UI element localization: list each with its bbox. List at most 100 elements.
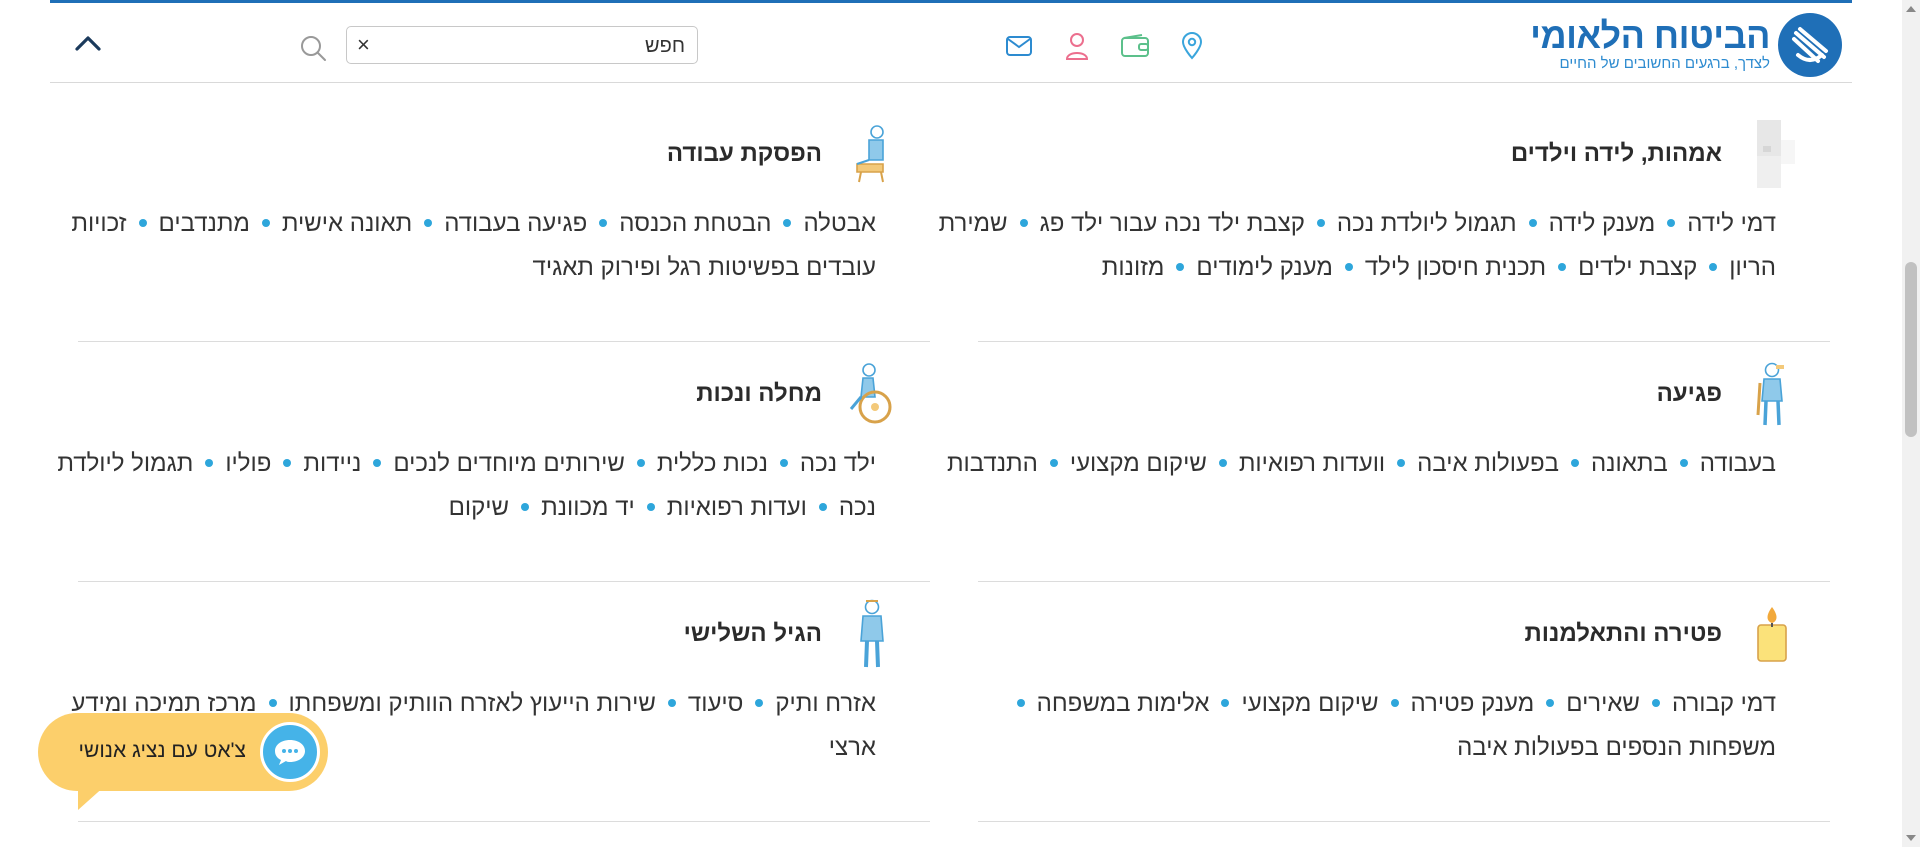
logo-subtitle: לצדך, ברגעים החשובים של החיים xyxy=(1559,55,1770,72)
category-link[interactable]: תגמול ליולדת נכה xyxy=(1337,210,1517,237)
category-link[interactable]: מזונות xyxy=(1102,254,1165,281)
category-link[interactable]: בפעולות איבה xyxy=(1417,450,1559,477)
category-link[interactable]: מענק לידה xyxy=(1549,210,1656,237)
category-link[interactable]: בעבודה xyxy=(1700,450,1776,477)
search-field[interactable]: × xyxy=(346,26,698,64)
chevron-up-icon[interactable] xyxy=(70,25,106,61)
category-link[interactable]: אלימות במשפחה xyxy=(1037,690,1210,717)
candle-icon xyxy=(1744,599,1800,669)
wallet-icon[interactable] xyxy=(1118,29,1152,63)
category-link[interactable]: אבטלה xyxy=(803,210,876,237)
location-icon[interactable] xyxy=(1175,29,1209,63)
category-link[interactable]: תאונה אישית xyxy=(282,210,412,237)
seated-worker-icon xyxy=(844,119,900,189)
site-header: הביטוח הלאומי לצדך, ברגעים החשובים של הח… xyxy=(50,3,1852,83)
bullet-separator xyxy=(424,218,433,227)
mother-child-icon xyxy=(1744,119,1800,189)
bullet-separator xyxy=(283,458,292,467)
category-link[interactable]: ועדות רפואיות xyxy=(667,494,807,521)
bullet-separator xyxy=(1558,262,1567,271)
category-link[interactable]: דמי לידה xyxy=(1687,210,1776,237)
category-title[interactable]: פטירה והתאלמנות xyxy=(1525,620,1722,648)
scrollbar-thumb[interactable] xyxy=(1905,262,1917,437)
bullet-separator xyxy=(1570,458,1579,467)
bullet-separator xyxy=(599,218,608,227)
scroll-up-arrow-icon[interactable] xyxy=(1906,6,1916,12)
bullet-separator xyxy=(1316,218,1325,227)
category-link[interactable]: דמי קבורה xyxy=(1672,690,1776,717)
bullet-separator xyxy=(646,502,655,511)
category-links: בעבודה בתאונה בפעולות איבה וועדות רפואיות שי… xyxy=(920,442,1800,486)
divider xyxy=(78,341,930,342)
category-link[interactable]: קצבת ילדים xyxy=(1578,254,1697,281)
mail-icon[interactable] xyxy=(1002,29,1036,63)
category-link[interactable]: ילד נכה xyxy=(800,450,876,477)
category-link[interactable]: מענק פטירה xyxy=(1411,690,1535,717)
clear-search-button[interactable]: × xyxy=(357,32,370,58)
logo-emblem-icon xyxy=(1778,13,1842,77)
category-link[interactable]: תכנית חיסכון לילד xyxy=(1365,254,1546,281)
user-icon[interactable] xyxy=(1060,29,1094,63)
category-link[interactable]: נכות כללית xyxy=(657,450,768,477)
site-logo[interactable]: הביטוח הלאומי לצדך, ברגעים החשובים של הח… xyxy=(1530,13,1842,77)
category-title[interactable]: הגיל השלישי xyxy=(684,620,822,648)
search-icon[interactable] xyxy=(296,31,330,65)
category-work-stoppage: הפסקת עבודה אבטלה הבטחת הכנסה פגיעה בעבודה… xyxy=(20,118,900,290)
category-link[interactable]: אזרח ותיק xyxy=(775,690,876,717)
divider xyxy=(78,581,930,582)
bullet-separator xyxy=(1390,698,1399,707)
injured-person-icon xyxy=(1744,359,1800,429)
bullet-separator xyxy=(1397,458,1406,467)
bullet-separator xyxy=(521,502,530,511)
bullet-separator xyxy=(1221,698,1230,707)
category-link[interactable]: וועדות רפואיות xyxy=(1239,450,1385,477)
scroll-down-arrow-icon[interactable] xyxy=(1906,835,1916,841)
human-chat-button[interactable]: צ'אט עם נציג אנושי xyxy=(38,713,328,791)
category-title[interactable]: מחלה ונכות xyxy=(696,380,822,408)
bullet-separator xyxy=(755,698,764,707)
category-title[interactable]: הפסקת עבודה xyxy=(667,140,822,168)
category-links: ילד נכה נכות כללית שירותים מיוחדים לנכים ני… xyxy=(20,442,900,530)
wheelchair-icon xyxy=(844,359,900,429)
category-link[interactable]: שירות הייעוץ לאזרח הוותיק ומשפחתו xyxy=(289,690,656,717)
category-death-bereavement: פטירה והתאלמנות דמי קבורה שאירים מענק פטיר… xyxy=(920,598,1800,770)
category-link[interactable]: יד מכוונת xyxy=(541,494,635,521)
bullet-separator xyxy=(1344,262,1353,271)
bullet-separator xyxy=(1528,218,1537,227)
category-link[interactable]: שיקום מקצועי xyxy=(1070,450,1207,477)
divider xyxy=(978,581,1830,582)
search-input[interactable] xyxy=(405,34,685,58)
category-link[interactable]: שירותים מיוחדים לנכים xyxy=(393,450,625,477)
bullet-separator xyxy=(1049,458,1058,467)
bullet-separator xyxy=(1679,458,1688,467)
category-link[interactable]: שיקום xyxy=(449,494,509,521)
category-maternity: אמהות, לידה וילדים דמי לידה מענק לידה תגמו… xyxy=(920,118,1800,290)
category-link[interactable]: סיעוד xyxy=(688,690,743,717)
category-link[interactable]: שיקום מקצועי xyxy=(1241,690,1378,717)
category-link[interactable]: בתאונה xyxy=(1591,450,1668,477)
category-link[interactable]: מתנדבים xyxy=(159,210,250,237)
category-link[interactable]: הבטחת הכנסה xyxy=(619,210,771,237)
page-scrollbar[interactable] xyxy=(1902,0,1920,847)
bullet-separator xyxy=(636,458,645,467)
category-title[interactable]: אמהות, לידה וילדים xyxy=(1511,140,1722,168)
bullet-separator xyxy=(1019,218,1028,227)
category-link[interactable]: התנדבות xyxy=(947,450,1038,477)
chat-bubble-icon xyxy=(260,722,320,782)
category-link[interactable]: שאירים xyxy=(1566,690,1640,717)
category-link[interactable]: ניידות xyxy=(303,450,361,477)
bullet-separator xyxy=(667,698,676,707)
category-link[interactable]: קצבת ילד נכה עבור ילד פג xyxy=(1040,210,1305,237)
bullet-separator xyxy=(783,218,792,227)
logo-title: הביטוח הלאומי xyxy=(1530,15,1770,56)
category-link[interactable]: פגיעה בעבודה xyxy=(444,210,587,237)
category-link[interactable]: משפחות הנספים בפעולות איבה xyxy=(1457,734,1776,761)
category-title[interactable]: פגיעה xyxy=(1657,380,1722,408)
bullet-separator xyxy=(1016,698,1025,707)
bullet-separator xyxy=(1176,262,1185,271)
divider xyxy=(78,821,930,822)
bullet-separator xyxy=(1546,698,1555,707)
elderly-person-icon xyxy=(844,599,900,669)
category-link[interactable]: פוליו xyxy=(225,450,271,477)
category-link[interactable]: מענק לימודים xyxy=(1196,254,1332,281)
